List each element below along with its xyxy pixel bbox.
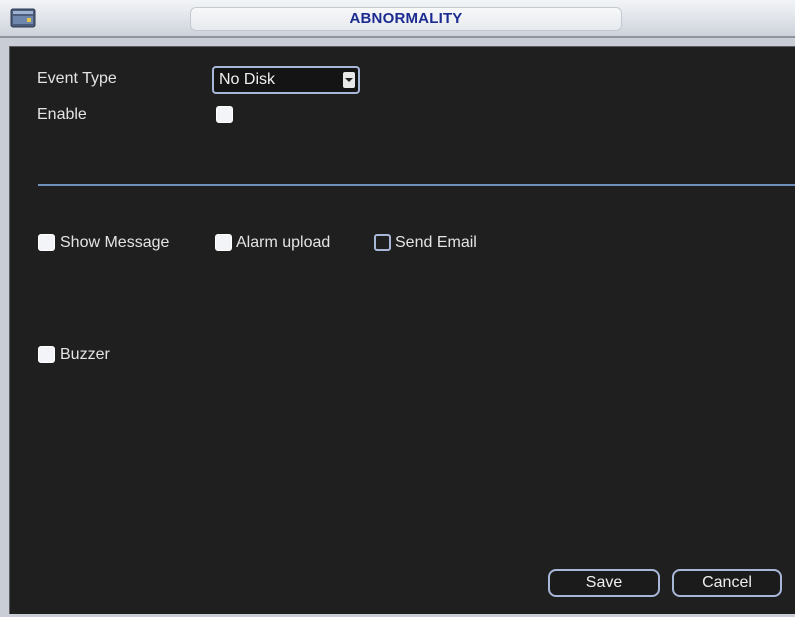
event-type-dropdown[interactable]: No Disk <box>212 66 360 94</box>
enable-label: Enable <box>37 106 87 123</box>
enable-checkbox[interactable] <box>216 106 233 123</box>
abnormality-window: ABNORMALITY Event Type No Disk Enable Sh… <box>0 0 795 617</box>
save-button[interactable]: Save <box>548 569 660 597</box>
alarm-upload-checkbox[interactable] <box>215 234 232 251</box>
buzzer-checkbox[interactable] <box>38 346 55 363</box>
device-icon <box>10 7 36 29</box>
title-bar: ABNORMALITY <box>0 0 795 38</box>
window-title: ABNORMALITY <box>349 10 463 27</box>
show-message-checkbox[interactable] <box>38 234 55 251</box>
buzzer-label: Buzzer <box>60 346 110 363</box>
section-divider <box>38 184 795 186</box>
show-message-label: Show Message <box>60 234 170 251</box>
alarm-upload-label: Alarm upload <box>236 234 331 251</box>
event-type-label: Event Type <box>37 70 117 87</box>
send-email-label: Send Email <box>395 234 477 251</box>
chevron-down-icon[interactable] <box>343 72 355 88</box>
cancel-button[interactable]: Cancel <box>672 569 782 597</box>
event-type-value: No Disk <box>219 71 276 88</box>
send-email-checkbox[interactable] <box>374 234 391 251</box>
settings-panel <box>9 46 795 614</box>
